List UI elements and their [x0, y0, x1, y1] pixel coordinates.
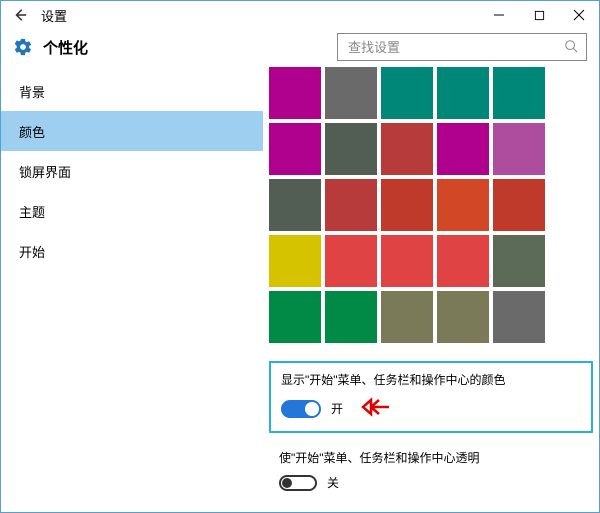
- color-swatch-8[interactable]: [437, 123, 489, 175]
- color-swatch-7[interactable]: [381, 123, 433, 175]
- color-swatch-19[interactable]: [493, 235, 545, 287]
- show-color-setting-label: 显示"开始"菜单、任务栏和操作中心的颜色: [281, 371, 581, 388]
- sidebar-item-0[interactable]: 背景: [1, 71, 263, 111]
- back-button[interactable]: [9, 4, 31, 26]
- color-grid: [269, 67, 593, 343]
- sidebar-item-1[interactable]: 颜色: [1, 111, 263, 151]
- color-swatch-0[interactable]: [269, 67, 321, 119]
- sidebar-item-label: 开始: [19, 242, 45, 261]
- annotation-arrow-icon: [359, 396, 391, 421]
- color-swatch-10[interactable]: [269, 179, 321, 231]
- color-swatch-5[interactable]: [269, 123, 321, 175]
- color-swatch-21[interactable]: [325, 291, 377, 343]
- color-swatch-23[interactable]: [437, 291, 489, 343]
- color-swatch-20[interactable]: [269, 291, 321, 343]
- search-icon: [564, 39, 578, 56]
- color-swatch-17[interactable]: [381, 235, 433, 287]
- color-swatch-6[interactable]: [325, 123, 377, 175]
- color-swatch-3[interactable]: [437, 67, 489, 119]
- maximize-icon: [534, 10, 545, 21]
- search-box[interactable]: [337, 33, 587, 61]
- sidebar-item-3[interactable]: 主题: [1, 191, 263, 231]
- window-title: 设置: [41, 6, 67, 25]
- minimize-icon: [493, 9, 505, 21]
- color-swatch-16[interactable]: [325, 235, 377, 287]
- color-swatch-12[interactable]: [381, 179, 433, 231]
- gear-icon: [13, 37, 33, 57]
- maximize-button[interactable]: [519, 1, 559, 29]
- search-input[interactable]: [346, 39, 564, 56]
- color-swatch-11[interactable]: [325, 179, 377, 231]
- header: 个性化: [1, 29, 599, 65]
- show-color-toggle-row: 开: [281, 396, 581, 421]
- sidebar-item-label: 主题: [19, 202, 45, 221]
- body: 背景颜色锁屏界面主题开始 显示"开始"菜单、任务栏和操作中心的颜色 开 使"开始…: [1, 65, 599, 512]
- color-swatch-1[interactable]: [325, 67, 377, 119]
- sidebar-item-label: 锁屏界面: [19, 162, 71, 181]
- page-title: 个性化: [43, 37, 88, 58]
- sidebar-item-label: 颜色: [19, 122, 45, 141]
- transparent-setting: 使"开始"菜单、任务栏和操作中心透明 关: [269, 449, 593, 491]
- settings-window: 设置 个性化 背景颜色锁屏界面主题开始 显示"开始: [0, 0, 600, 513]
- color-swatch-15[interactable]: [269, 235, 321, 287]
- transparent-toggle-state: 关: [327, 474, 339, 491]
- color-swatch-22[interactable]: [381, 291, 433, 343]
- color-swatch-2[interactable]: [381, 67, 433, 119]
- color-swatch-14[interactable]: [493, 179, 545, 231]
- back-arrow-icon: [13, 8, 27, 22]
- titlebar: 设置: [1, 1, 599, 29]
- color-swatch-18[interactable]: [437, 235, 489, 287]
- transparent-toggle[interactable]: [279, 475, 317, 491]
- sidebar-item-label: 背景: [19, 82, 45, 101]
- show-color-toggle[interactable]: [281, 400, 321, 418]
- transparent-toggle-row: 关: [279, 474, 593, 491]
- content-pane: 显示"开始"菜单、任务栏和操作中心的颜色 开 使"开始"菜单、任务栏和操作中心透…: [263, 65, 599, 512]
- sidebar-item-2[interactable]: 锁屏界面: [1, 151, 263, 191]
- sidebar: 背景颜色锁屏界面主题开始: [1, 65, 263, 512]
- close-button[interactable]: [559, 1, 599, 29]
- highlight-box: 显示"开始"菜单、任务栏和操作中心的颜色 开: [269, 361, 593, 433]
- show-color-toggle-state: 开: [331, 400, 343, 417]
- color-swatch-9[interactable]: [493, 123, 545, 175]
- color-swatch-24[interactable]: [493, 291, 545, 343]
- minimize-button[interactable]: [479, 1, 519, 29]
- close-icon: [573, 9, 585, 21]
- transparent-setting-label: 使"开始"菜单、任务栏和操作中心透明: [279, 449, 593, 466]
- color-swatch-13[interactable]: [437, 179, 489, 231]
- sidebar-item-4[interactable]: 开始: [1, 231, 263, 271]
- color-swatch-4[interactable]: [493, 67, 545, 119]
